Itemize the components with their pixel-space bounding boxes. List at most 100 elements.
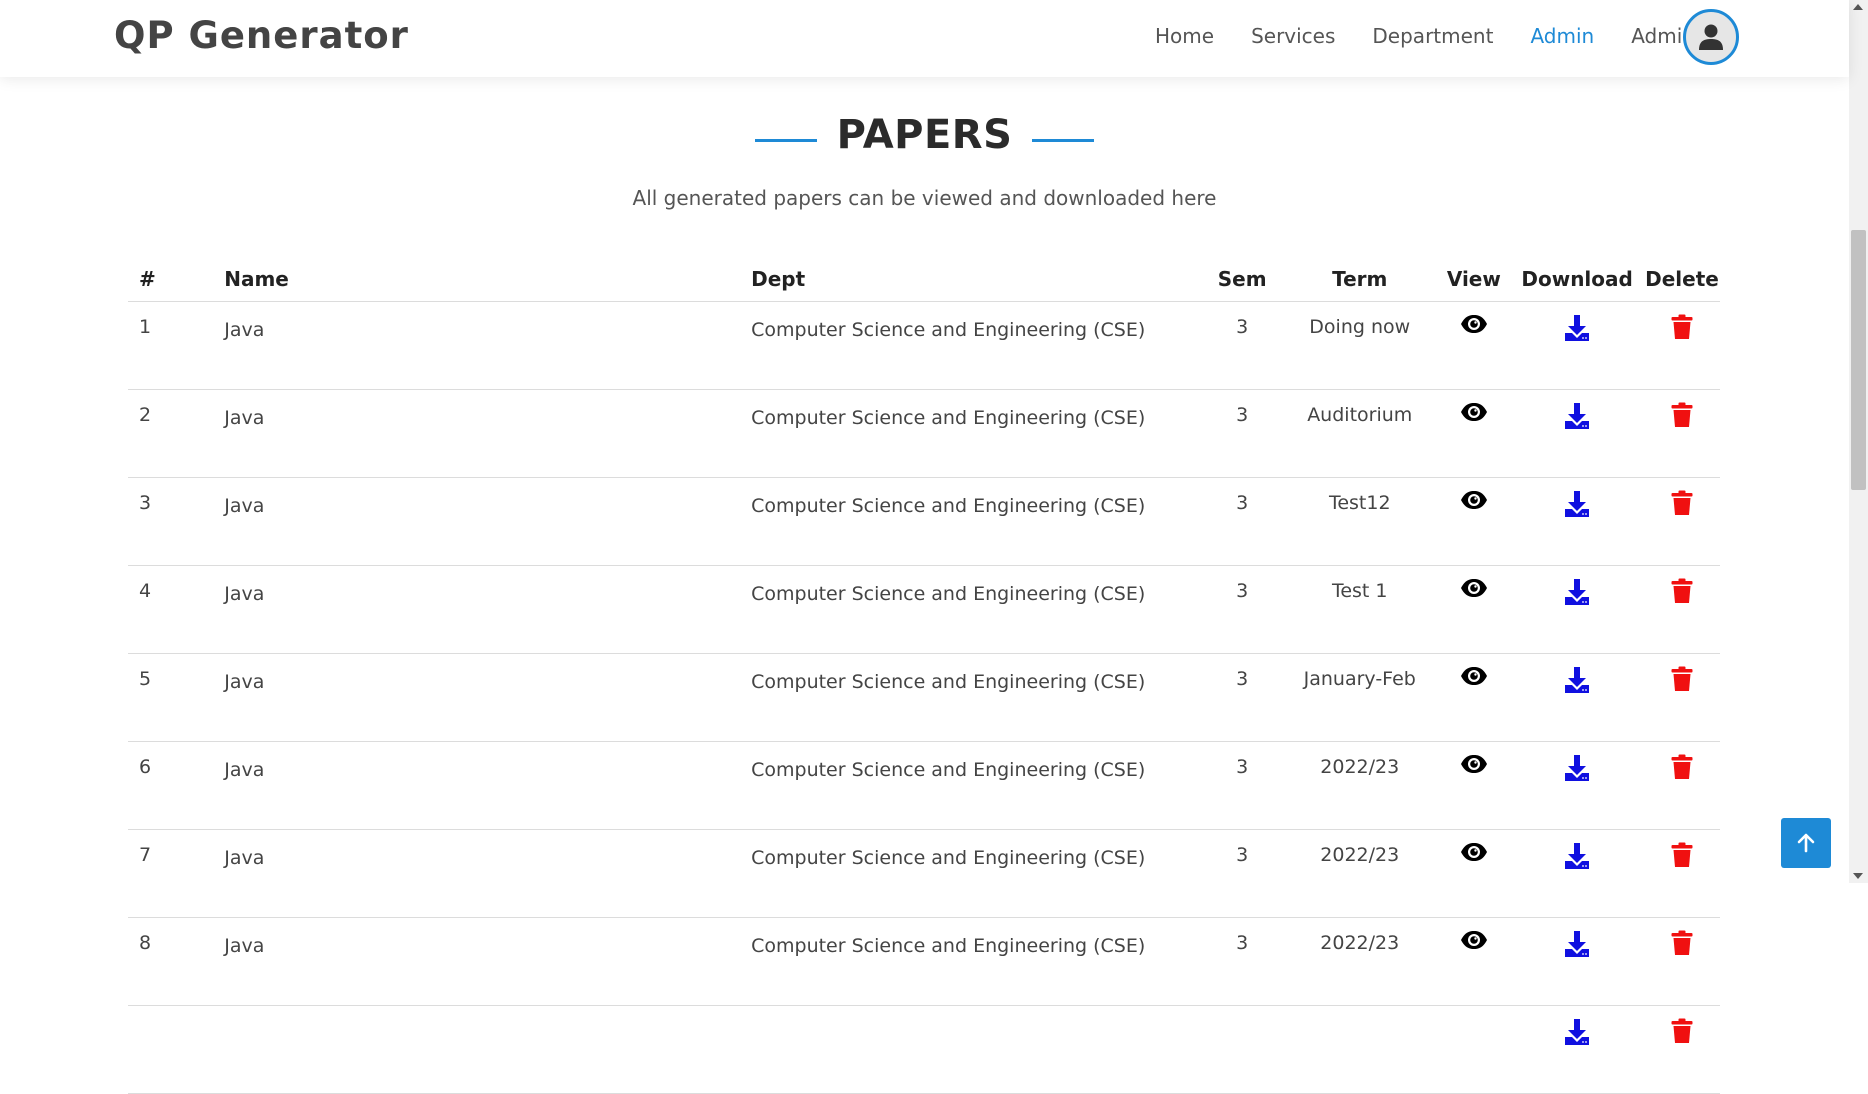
trash-icon[interactable]: [1671, 1018, 1693, 1049]
scroll-down-arrow-icon[interactable]: [1853, 873, 1863, 879]
trash-icon[interactable]: [1671, 754, 1693, 785]
cell-term: 2022/23: [1282, 741, 1438, 830]
eye-icon[interactable]: [1460, 314, 1488, 339]
cell-term: Test12: [1282, 477, 1438, 566]
cell-sem: 3: [1202, 477, 1283, 566]
cell-view: [1437, 917, 1511, 1006]
user-avatar-button[interactable]: [1683, 9, 1739, 65]
download-icon[interactable]: [1564, 666, 1590, 699]
download-icon[interactable]: [1564, 402, 1590, 435]
cell-sem: 3: [1202, 741, 1283, 830]
cell-term: 2022/23: [1282, 917, 1438, 1006]
download-icon[interactable]: [1564, 314, 1590, 347]
cell-view: [1437, 741, 1511, 830]
cell-delete: [1643, 301, 1720, 390]
cell-download: [1510, 741, 1644, 830]
cell-dept: Computer Science and Engineering (CSE): [751, 389, 1203, 478]
trash-icon[interactable]: [1671, 578, 1693, 609]
cell-term: January-Feb: [1282, 653, 1438, 742]
col-header-delete: Delete: [1643, 257, 1720, 302]
cell-name: Java: [224, 829, 752, 918]
scroll-up-arrow-icon[interactable]: [1853, 4, 1863, 10]
cell-download: [1510, 653, 1644, 742]
cell-delete: [1643, 1005, 1720, 1094]
page-subtitle: All generated papers can be viewed and d…: [632, 186, 1217, 210]
cell-download: [1510, 389, 1644, 478]
cell-view: [1437, 653, 1511, 742]
cell-number: 3: [128, 477, 225, 566]
trash-icon[interactable]: [1671, 314, 1693, 345]
trash-icon[interactable]: [1671, 490, 1693, 521]
cell-number: 5: [128, 653, 225, 742]
table-body: 1 Java Computer Science and Engineering (C…: [128, 301, 1720, 1094]
download-icon[interactable]: [1564, 490, 1590, 523]
cell-term: 2022/23: [1282, 829, 1438, 918]
eye-icon[interactable]: [1460, 930, 1488, 955]
cell-sem: 3: [1202, 829, 1283, 918]
cell-term: [1282, 1005, 1438, 1094]
cell-term: Auditorium: [1282, 389, 1438, 478]
trash-icon[interactable]: [1671, 402, 1693, 433]
download-icon[interactable]: [1564, 578, 1590, 611]
download-icon[interactable]: [1564, 754, 1590, 787]
col-header-sem: Sem: [1202, 257, 1283, 302]
cell-download: [1510, 917, 1644, 1006]
app-logo[interactable]: QP Generator: [114, 14, 409, 57]
title-decoration-left: [754, 139, 817, 142]
cell-delete: [1643, 565, 1720, 654]
table-row: 2 Java Computer Science and Engineering (C…: [128, 389, 1720, 478]
col-header-dept: Dept: [751, 257, 1203, 302]
cell-sem: [1202, 1005, 1283, 1094]
table-row: 3 Java Computer Science and Engineering (C…: [128, 477, 1720, 566]
nav-services[interactable]: Services: [1251, 24, 1335, 48]
table-row: 7 Java Computer Science and Engineering (C…: [128, 829, 1720, 918]
download-icon[interactable]: [1564, 930, 1590, 963]
cell-name: [224, 1005, 752, 1094]
page-scrollbar[interactable]: [1849, 0, 1868, 883]
eye-icon[interactable]: [1460, 402, 1488, 427]
download-icon[interactable]: [1564, 1018, 1590, 1051]
cell-dept: Computer Science and Engineering (CSE): [751, 565, 1203, 654]
cell-number: 1: [128, 301, 225, 390]
trash-icon[interactable]: [1671, 842, 1693, 873]
cell-name: Java: [224, 301, 752, 390]
cell-dept: Computer Science and Engineering (CSE): [751, 301, 1203, 390]
table-row: 6 Java Computer Science and Engineering (C…: [128, 741, 1720, 830]
trash-icon[interactable]: [1671, 930, 1693, 961]
cell-delete: [1643, 741, 1720, 830]
col-header-number: #: [128, 257, 225, 302]
trash-icon[interactable]: [1671, 666, 1693, 697]
cell-sem: 3: [1202, 917, 1283, 1006]
cell-delete: [1643, 829, 1720, 918]
eye-icon[interactable]: [1460, 666, 1488, 691]
col-header-view: View: [1437, 257, 1511, 302]
cell-name: Java: [224, 741, 752, 830]
cell-download: [1510, 1005, 1644, 1094]
title-decoration-right: [1032, 139, 1095, 142]
eye-icon[interactable]: [1460, 842, 1488, 867]
cell-view: [1437, 565, 1511, 654]
cell-download: [1510, 477, 1644, 566]
eye-icon[interactable]: [1460, 578, 1488, 603]
table-row: 1 Java Computer Science and Engineering (C…: [128, 301, 1720, 390]
nav-home[interactable]: Home: [1155, 24, 1214, 48]
cell-number: 2: [128, 389, 225, 478]
cell-name: Java: [224, 477, 752, 566]
cell-sem: 3: [1202, 389, 1283, 478]
nav-department[interactable]: Department: [1372, 24, 1493, 48]
back-to-top-button[interactable]: [1781, 818, 1831, 868]
cell-name: Java: [224, 389, 752, 478]
eye-icon[interactable]: [1460, 754, 1488, 779]
nav-admin-active[interactable]: Admin: [1530, 24, 1594, 48]
cell-download: [1510, 565, 1644, 654]
download-icon[interactable]: [1564, 842, 1590, 875]
user-icon: [1699, 24, 1723, 50]
cell-download: [1510, 829, 1644, 918]
eye-icon[interactable]: [1460, 490, 1488, 515]
col-header-name: Name: [224, 257, 752, 302]
cell-term: Test 1: [1282, 565, 1438, 654]
col-header-download: Download: [1510, 257, 1644, 302]
scrollbar-thumb[interactable]: [1851, 230, 1866, 490]
cell-dept: [751, 1005, 1203, 1094]
cell-number: 7: [128, 829, 225, 918]
